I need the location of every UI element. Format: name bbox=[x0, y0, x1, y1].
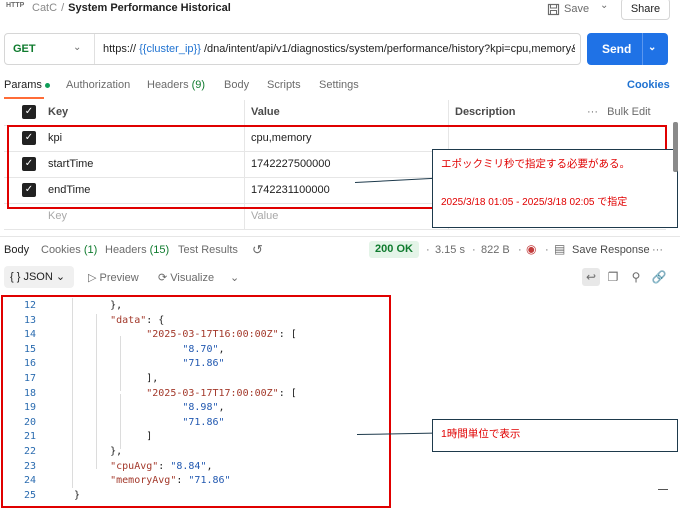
more-options-icon[interactable]: ··· bbox=[587, 106, 598, 118]
tab-response-body[interactable]: Body bbox=[4, 244, 29, 256]
braces-icon: { } bbox=[10, 271, 21, 283]
hourly-note: 1時間単位で表示 bbox=[441, 428, 521, 440]
response-more-icon[interactable]: ··· bbox=[652, 244, 663, 256]
json-highlight-box bbox=[1, 295, 391, 508]
params-scrollbar[interactable] bbox=[673, 122, 678, 172]
link-icon[interactable]: 🔗 bbox=[650, 268, 668, 286]
response-format-bar: { } JSON ⌄ ▷ Preview ⟳ Visualize ⌄ ↩ ❐ ⚲… bbox=[0, 266, 680, 290]
history-icon[interactable]: ↺ bbox=[252, 242, 263, 258]
format-select[interactable]: { } JSON ⌄ bbox=[4, 266, 74, 288]
wrap-lines-icon[interactable]: ↩ bbox=[582, 268, 600, 286]
save-response-icon: ▤ bbox=[554, 242, 566, 256]
title-bar: HTTP CatC / System Performance Historical … bbox=[0, 0, 680, 20]
dot-separator: · bbox=[426, 244, 430, 256]
save-icon bbox=[547, 3, 560, 15]
http-request-icon: HTTP bbox=[6, 2, 25, 9]
key-column-header: Key bbox=[48, 106, 69, 118]
bulk-edit-label: Bulk Edit bbox=[607, 106, 651, 118]
epoch-annotation-callout: エポックミリ秒で指定する必要がある。 2025/3/18 01:05 - 202… bbox=[432, 149, 678, 228]
format-label: JSON bbox=[23, 271, 53, 283]
share-button[interactable]: Share bbox=[621, 0, 670, 20]
dot-separator: · bbox=[545, 244, 549, 256]
value-column-header: Value bbox=[251, 106, 280, 118]
bulk-edit-link[interactable]: ··· Bulk Edit bbox=[587, 106, 651, 118]
save-button[interactable]: Save bbox=[547, 0, 589, 18]
response-size: 822 B bbox=[481, 244, 510, 256]
visualize-label: Visualize bbox=[170, 272, 215, 284]
request-name[interactable]: System Performance Historical bbox=[68, 2, 231, 14]
search-icon[interactable]: ⚲ bbox=[627, 268, 645, 286]
tab-scripts[interactable]: Scripts bbox=[267, 79, 301, 91]
tab-params[interactable]: Params bbox=[4, 79, 50, 91]
tab-response-cookies-label: Cookies bbox=[41, 244, 81, 256]
method-select[interactable]: GET bbox=[13, 43, 36, 55]
dot-separator: · bbox=[518, 244, 522, 256]
send-divider bbox=[642, 33, 643, 65]
send-button[interactable]: Send ⌄ bbox=[587, 33, 668, 65]
status-badge: 200 OK bbox=[369, 241, 419, 258]
send-label: Send bbox=[602, 42, 632, 56]
key-placeholder[interactable]: Key bbox=[48, 210, 67, 222]
format-chevron-down-icon: ⌄ bbox=[55, 271, 66, 283]
url-path: /dna/intent/api/v1/diagnostics/system/pe… bbox=[203, 43, 575, 55]
tab-response-headers[interactable]: Headers (15) bbox=[105, 244, 169, 256]
tab-headers-label: Headers bbox=[147, 79, 189, 91]
send-options-chevron-down-icon[interactable]: ⌄ bbox=[648, 42, 656, 53]
column-divider bbox=[448, 100, 449, 126]
tab-response-headers-count: (15) bbox=[149, 244, 170, 256]
epoch-note-line2: 2025/3/18 01:05 - 2025/3/18 02:05 で指定 bbox=[441, 197, 628, 208]
select-all-checkbox[interactable]: ✓ bbox=[22, 105, 36, 119]
visualize-icon: ⟳ bbox=[158, 272, 168, 284]
tab-authorization[interactable]: Authorization bbox=[66, 79, 130, 91]
save-label: Save bbox=[564, 3, 590, 15]
tab-headers-count: (9) bbox=[191, 79, 206, 91]
value-placeholder[interactable]: Value bbox=[251, 210, 278, 222]
response-tabs: Body Cookies (1) Headers (15) Test Resul… bbox=[0, 236, 680, 262]
tab-response-headers-label: Headers bbox=[105, 244, 147, 256]
tab-body[interactable]: Body bbox=[224, 79, 249, 91]
tab-response-cookies-count: (1) bbox=[83, 244, 98, 256]
hourly-annotation-callout: 1時間単位で表示 bbox=[432, 419, 678, 452]
description-column-header: Description bbox=[455, 106, 516, 118]
tab-params-label: Params bbox=[4, 79, 42, 91]
network-globe-icon[interactable]: ◉ bbox=[526, 242, 536, 256]
response-time: 3.15 s bbox=[435, 244, 465, 256]
breadcrumb-collection[interactable]: CatC bbox=[32, 2, 57, 14]
tab-response-cookies[interactable]: Cookies (1) bbox=[41, 244, 97, 256]
url-variable: {{cluster_ip}} bbox=[139, 43, 201, 55]
preview-button[interactable]: ▷ Preview bbox=[88, 271, 139, 284]
breadcrumb: CatC / System Performance Historical bbox=[32, 2, 231, 14]
method-chevron-down-icon[interactable]: ⌄ bbox=[73, 42, 81, 53]
play-icon: ▷ bbox=[88, 272, 97, 284]
url-input[interactable]: https:// {{cluster_ip}} /dna/intent/api/… bbox=[103, 43, 575, 55]
tab-test-results[interactable]: Test Results bbox=[178, 244, 238, 256]
save-response-button[interactable]: Save Response bbox=[572, 244, 650, 256]
breadcrumb-separator: / bbox=[61, 2, 65, 14]
visualize-button[interactable]: ⟳ Visualize bbox=[158, 271, 214, 284]
epoch-note-line1: エポックミリ秒で指定する必要がある。 bbox=[441, 158, 630, 170]
copy-icon[interactable]: ❐ bbox=[604, 268, 622, 286]
code-scroll-indicator bbox=[658, 489, 668, 490]
visualize-chevron-down-icon[interactable]: ⌄ bbox=[230, 271, 239, 284]
params-active-dot bbox=[44, 82, 50, 88]
url-prefix: https:// bbox=[103, 43, 137, 55]
preview-label: Preview bbox=[99, 272, 139, 284]
params-header-row: ✓ Key Value Description ··· Bulk Edit bbox=[4, 100, 666, 126]
active-tab-underline bbox=[4, 97, 44, 99]
url-bar: GET ⌄ https:// {{cluster_ip}} /dna/inten… bbox=[4, 33, 581, 65]
tab-settings[interactable]: Settings bbox=[319, 79, 359, 91]
tab-headers[interactable]: Headers (9) bbox=[147, 79, 205, 91]
url-divider bbox=[94, 34, 95, 64]
column-divider bbox=[244, 100, 245, 126]
save-options-chevron-down-icon[interactable]: ⌄ bbox=[600, 0, 608, 11]
cookies-link[interactable]: Cookies bbox=[627, 79, 670, 91]
dot-separator: · bbox=[472, 244, 476, 256]
